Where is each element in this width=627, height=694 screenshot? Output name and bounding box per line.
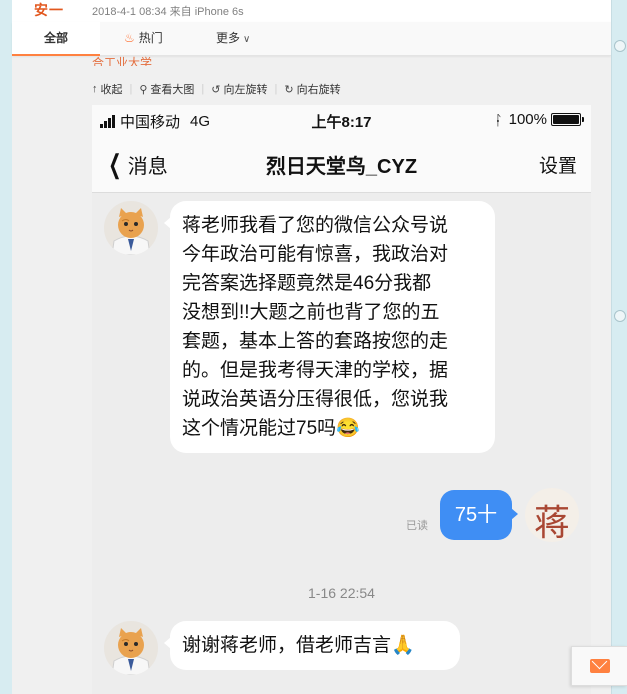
tab-more-label: 更多 [216, 31, 241, 45]
incoming-message-bubble[interactable]: 谢谢蒋老师，借老师吉言🙏 [164, 621, 460, 670]
toolbar-separator: | [129, 83, 133, 95]
battery-icon [551, 113, 584, 126]
tab-more[interactable]: 更多 ∨ [216, 22, 250, 56]
outgoing-message-bubble[interactable]: 75十 [440, 490, 518, 540]
message-line: 的。但是我考得天津的学校，据 [182, 360, 449, 381]
view-large-label: 查看大图 [150, 84, 195, 96]
message-line: 没想到!!大题之前也背了您的五 [182, 302, 440, 323]
collapse-label: 收起 [100, 84, 123, 96]
bluetooth-icon: ᛛ [494, 111, 503, 128]
battery-level [553, 115, 579, 124]
rotate-left-icon: ↺ [211, 83, 221, 96]
post-meta: 2018-4-1 08:34 来自 iPhone 6s [92, 6, 244, 18]
weibo-page: 安一 2018-4-1 08:34 来自 iPhone 6s 全部 ♨ 热门 更多… [0, 0, 627, 694]
collapse-icon: ↑ [92, 83, 98, 95]
rotate-right-button[interactable]: ↻ 向右旋转 [284, 81, 340, 97]
chat-screenshot-image[interactable]: 中国移动 4G 上午8:17 ᛛ 100% ❮消息 烈日天堂鸟_CYZ 设置 [92, 105, 591, 694]
feed-item-header: 安一 2018-4-1 08:34 来自 iPhone 6s [12, 0, 611, 22]
tab-all-label: 全部 [43, 31, 68, 45]
message-envelope-button[interactable] [571, 646, 627, 686]
magnifier-icon: ⚲ [139, 83, 148, 96]
envelope-icon [589, 659, 610, 673]
tab-hot-label: 热门 [138, 31, 163, 45]
rotate-left-button[interactable]: ↺ 向左旋转 [211, 81, 267, 97]
page-scrollbar[interactable] [611, 0, 627, 694]
sender-avatar[interactable] [104, 621, 158, 675]
incoming-message-bubble[interactable]: 蒋老师我看了您的微信公众号说 今年政治可能有惊喜，我政治对 完答案选择题竟然是4… [164, 201, 495, 453]
feed-tab-bar: 全部 ♨ 热门 更多 ∨ [12, 22, 611, 56]
view-large-button[interactable]: ⚲ 查看大图 [139, 81, 194, 97]
rotate-left-label: 向左旋转 [223, 84, 268, 96]
toolbar-separator: | [201, 83, 205, 95]
toolbar-separator: | [274, 83, 278, 95]
left-margin-strip [0, 0, 12, 694]
fire-icon: ♨ [124, 31, 135, 45]
image-toolbar: ↑ 收起 | ⚲ 查看大图 | ↺ 向左旋转 | ↻ 向右旋转 [92, 79, 341, 99]
cat-doctor-avatar-icon [104, 201, 158, 255]
message-line: 今年政治可能有惊喜，我政治对 [182, 244, 449, 265]
message-line: 蒋老师我看了您的微信公众号说 [182, 215, 449, 236]
scroll-marker[interactable] [614, 310, 626, 322]
battery-percent: 100% [508, 111, 547, 128]
message-line: 这个情况能过75吗😂 [182, 418, 360, 439]
rotate-right-icon: ↻ [284, 83, 294, 96]
read-receipt: 已读 [406, 520, 428, 532]
chat-nav-bar: ❮ 消息 烈日天堂鸟_CYZ 设置 [92, 135, 591, 193]
scroll-marker[interactable] [614, 40, 626, 52]
avatar-seal-char: 蒋 [533, 503, 570, 542]
message-line: 完答案选择题竟然是46分我都 [182, 273, 432, 294]
chat-timestamp: 1-16 22:54 [308, 585, 375, 601]
message-line: 说政治英语分压得很低，您说我 [182, 389, 449, 410]
phone-status-bar: 中国移动 4G 上午8:17 ᛛ 100% [92, 105, 591, 135]
collapse-button[interactable]: ↑ 收起 [92, 81, 123, 97]
own-avatar[interactable]: 蒋 [525, 488, 579, 542]
cat-doctor-avatar-icon [104, 621, 158, 675]
origin-text[interactable]: 合工业大学 [92, 54, 152, 66]
tab-hot[interactable]: ♨ 热门 [124, 22, 163, 56]
message-line: 套题，基本上答的套路按您的走 [182, 331, 449, 352]
feed-avatar[interactable]: 安一 [34, 0, 78, 18]
chevron-down-icon: ∨ [243, 34, 251, 45]
settings-button[interactable]: 设置 [539, 151, 577, 178]
tab-all[interactable]: 全部 [12, 22, 100, 56]
sender-avatar[interactable] [104, 201, 158, 255]
rotate-right-label: 向右旋转 [296, 84, 341, 96]
message-line: 谢谢蒋老师，借老师吉言🙏 [182, 635, 415, 656]
chat-title: 烈日天堂鸟_CYZ [265, 156, 418, 178]
